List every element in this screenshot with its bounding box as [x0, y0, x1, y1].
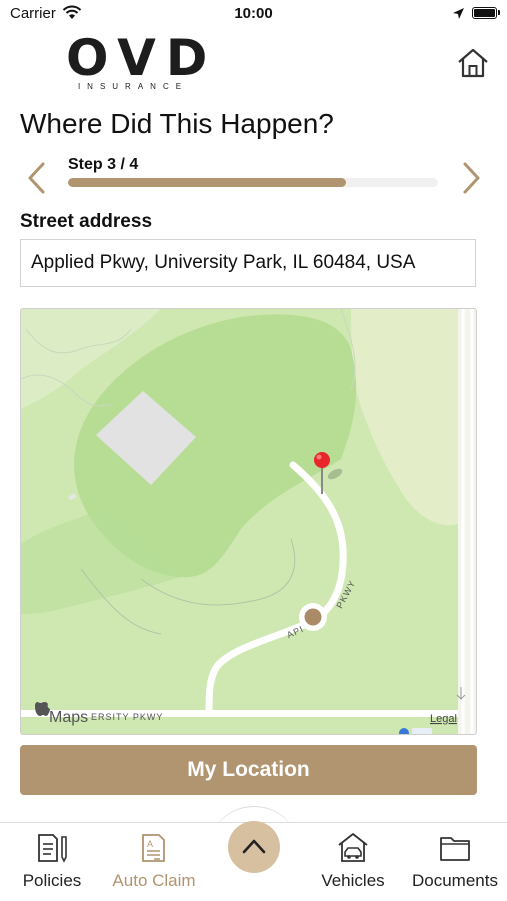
tab-documents-label: Documents [412, 871, 498, 890]
brand-logo: OVD INSURANCE [66, 29, 218, 92]
status-time: 10:00 [234, 5, 273, 22]
tab-documents[interactable]: Documents [405, 823, 505, 901]
tab-auto-claim[interactable]: A Auto Claim [104, 823, 204, 901]
auto-claim-icon: A [142, 834, 165, 862]
documents-icon [440, 837, 470, 861]
tab-vehicles-label: Vehicles [321, 871, 385, 890]
tab-auto-claim-label: Auto Claim [112, 871, 196, 890]
location-arrow-icon [453, 8, 464, 19]
policies-icon [38, 834, 67, 863]
step-label: Step 3 / 4 [68, 156, 139, 173]
tab-policies-label: Policies [22, 871, 82, 890]
battery-nub [498, 10, 500, 15]
home-icon[interactable] [456, 46, 490, 80]
chevron-left-icon[interactable] [24, 160, 48, 196]
chevron-up-icon [242, 839, 266, 854]
logo-tagline: INSURANCE [77, 82, 189, 91]
maps-attribution: Maps [49, 709, 88, 726]
chevron-right-icon[interactable] [460, 160, 484, 196]
map-canvas[interactable]: PKWY API ERSITY PKWY Maps Legal [21, 309, 477, 735]
page-title: Where Did This Happen? [20, 108, 334, 139]
map-road-label-university: ERSITY PKWY [91, 712, 163, 722]
street-address-label: Street address [20, 211, 153, 232]
step-progress-bar [68, 178, 438, 187]
logo-wordmark: OVD [66, 29, 218, 87]
tab-policies[interactable]: Policies [2, 823, 102, 901]
svg-text:A: A [147, 839, 153, 849]
tab-vehicles[interactable]: Vehicles [303, 823, 403, 901]
expand-menu-button[interactable] [228, 821, 280, 873]
battery-icon [472, 7, 497, 19]
step-progress-fill [68, 178, 346, 187]
vehicles-icon [338, 833, 368, 862]
map-pin-icon[interactable] [314, 452, 330, 468]
apple-logo-icon [35, 702, 50, 716]
street-address-input[interactable] [20, 239, 476, 287]
map-legal-link[interactable]: Legal [430, 713, 457, 725]
my-location-button[interactable]: My Location [20, 745, 477, 795]
status-bar: Carrier 10:00 [0, 0, 507, 28]
map-view[interactable]: PKWY API ERSITY PKWY Maps Legal [20, 308, 477, 735]
